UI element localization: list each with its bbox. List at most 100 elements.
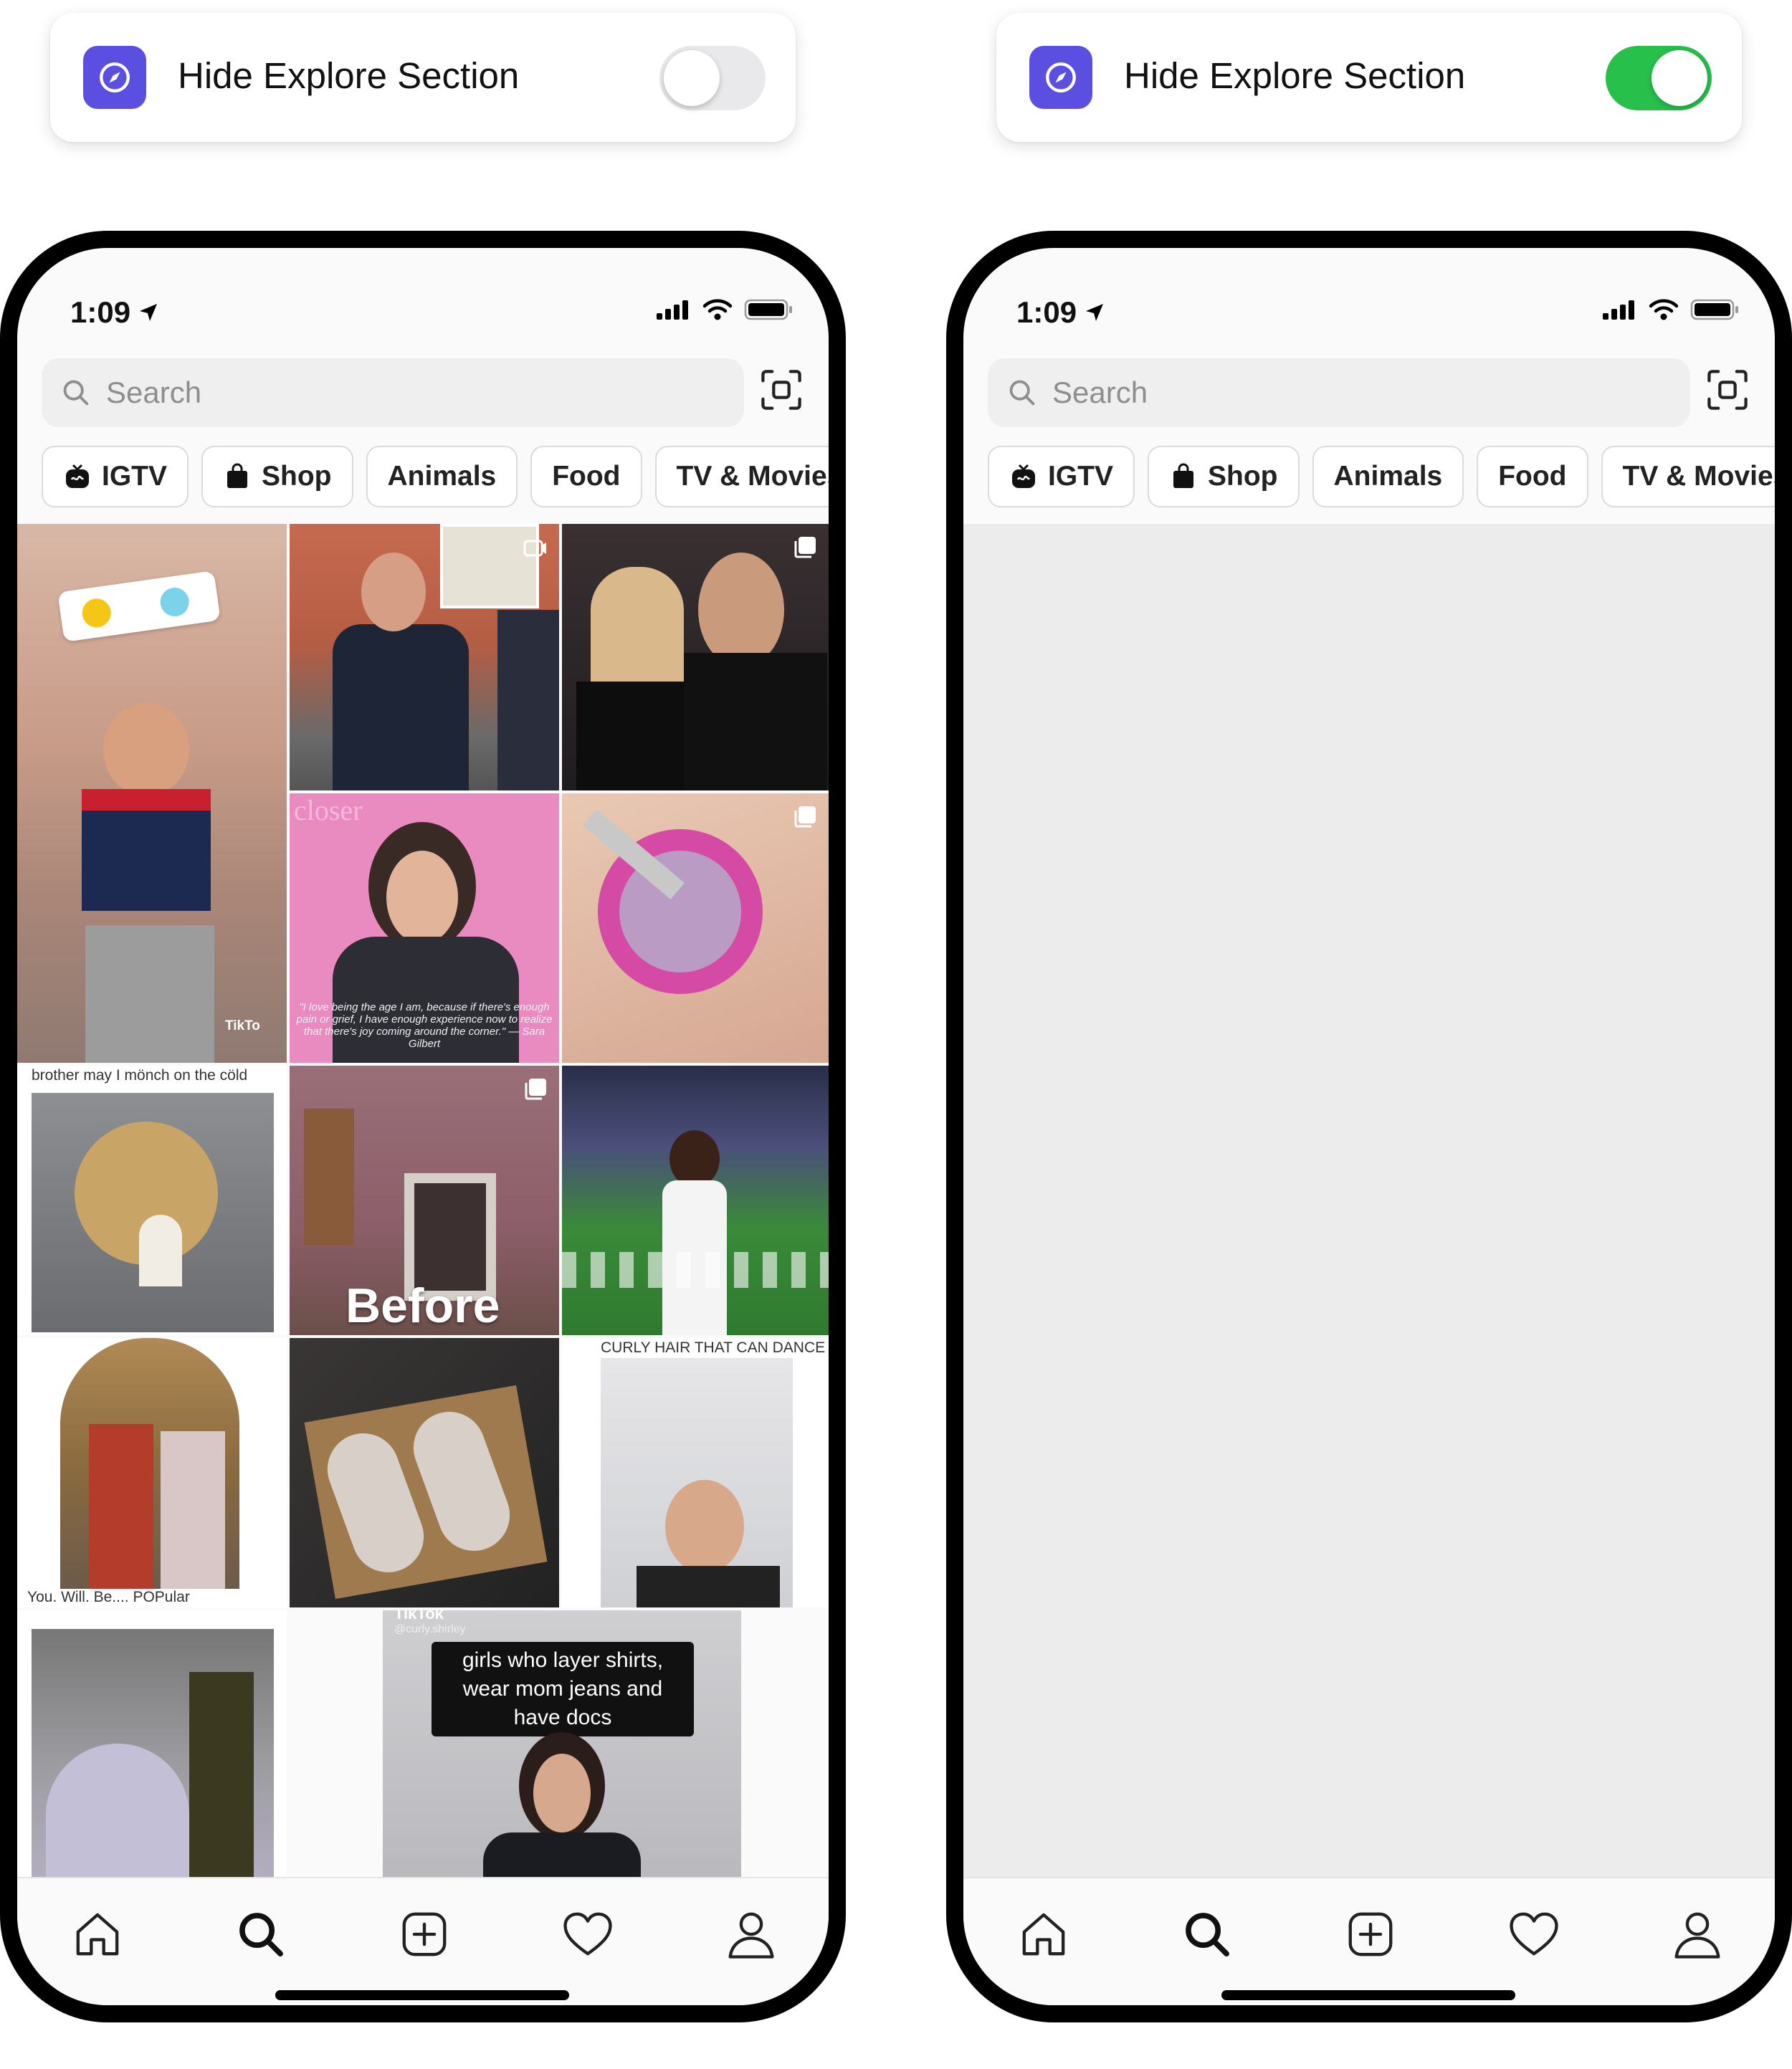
explore-post-sara-gilbert[interactable]: closer "I love being the age I am, becau… <box>290 793 559 1063</box>
heart-icon[interactable] <box>1507 1907 1561 1962</box>
person-figure <box>665 1480 744 1573</box>
explore-post-celebrity-couple[interactable] <box>562 524 829 790</box>
ice-cream-shape <box>139 1215 182 1286</box>
toggle-knob <box>1652 50 1707 106</box>
carousel-icon <box>523 1077 548 1102</box>
chip-animals[interactable]: Animals <box>366 446 518 507</box>
photo <box>60 1338 239 1589</box>
chip-shop[interactable]: Shop <box>1148 446 1300 507</box>
new-post-icon[interactable] <box>1343 1907 1398 1962</box>
chip-label: IGTV <box>102 461 168 492</box>
person-figure <box>85 925 214 1063</box>
battery-icon <box>744 299 792 320</box>
explore-grid: TikTo closer "I love being the age I am,… <box>17 524 829 1878</box>
explore-post-popular[interactable]: You. Will. Be.... POPular <box>17 1338 287 1607</box>
person-figure <box>89 1424 153 1589</box>
dress-shape <box>46 1744 189 1878</box>
emoji-slider <box>57 570 221 642</box>
chip-label: IGTV <box>1048 461 1114 492</box>
home-indicator <box>275 1990 569 2000</box>
explore-post-face-mask[interactable] <box>562 793 829 1063</box>
shopping-bag-icon <box>223 462 252 491</box>
video-caption: girls who layer shirts, wear mom jeans a… <box>432 1642 694 1736</box>
chip-igtv[interactable]: IGTV <box>42 446 189 507</box>
person-figure <box>591 567 684 696</box>
profile-icon[interactable] <box>724 1907 778 1962</box>
chip-label: Shop <box>1208 461 1278 492</box>
explore-post-layer-shirts[interactable]: TikTok @curly.shirley girls who layer sh… <box>383 1610 741 1878</box>
status-icons <box>1601 298 1740 321</box>
right-panel: Hide Explore Section 1:09 Search IGTV Sh… <box>946 0 1792 2069</box>
home-icon[interactable] <box>1016 1907 1071 1962</box>
setting-label: Hide Explore Section <box>1124 55 1466 96</box>
chip-label: Animals <box>1333 461 1443 492</box>
person-figure <box>533 1754 591 1833</box>
hide-explore-toggle[interactable] <box>659 46 766 110</box>
search-icon <box>60 377 92 408</box>
status-time: 1:09 <box>70 295 159 330</box>
person-figure <box>497 610 559 790</box>
bottom-nav <box>963 1877 1775 2005</box>
setting-card: Hide Explore Section <box>996 13 1742 142</box>
chip-igtv[interactable]: IGTV <box>988 446 1135 507</box>
video-icon <box>793 1360 817 1384</box>
phone-frame: 1:09 Search IGTV Shop Animals Food TV & … <box>0 231 846 2022</box>
search-placeholder: Search <box>106 376 202 409</box>
home-icon[interactable] <box>70 1907 125 1962</box>
qr-scan-icon[interactable] <box>758 367 804 413</box>
chip-tv-movies[interactable]: TV & Movies <box>654 446 829 507</box>
person-figure <box>698 553 784 667</box>
chip-animals[interactable]: Animals <box>1312 446 1464 507</box>
qr-scan-icon[interactable] <box>1705 367 1750 413</box>
field-lines <box>562 1252 829 1288</box>
photo <box>32 1629 274 1878</box>
search-icon[interactable] <box>1180 1907 1234 1962</box>
explore-post-superbowl[interactable] <box>562 1066 829 1335</box>
carousel-icon <box>793 805 817 829</box>
setting-label: Hide Explore Section <box>178 55 520 96</box>
profile-icon[interactable] <box>1670 1907 1725 1962</box>
door-shape <box>304 1109 354 1245</box>
explore-post-before-room[interactable]: Before <box>290 1066 559 1335</box>
location-arrow-icon <box>140 304 158 321</box>
chip-label: TV & Movies <box>1622 461 1789 492</box>
heart-icon[interactable] <box>561 1907 615 1962</box>
explore-post-curly-hair[interactable]: CURLY HAIR THAT CAN DANCE <box>562 1338 829 1607</box>
person-figure <box>82 789 211 911</box>
person-figure <box>637 1566 780 1607</box>
explore-post-school-boys[interactable] <box>290 524 559 790</box>
left-panel: Hide Explore Section 1:09 Search IGTV Sh… <box>0 0 853 2069</box>
hide-explore-toggle[interactable] <box>1606 46 1712 110</box>
photo <box>601 1358 793 1607</box>
meme-caption: brother may I mönch on the cöld <box>32 1067 248 1084</box>
quote-caption: "I love being the age I am, because if t… <box>296 1001 553 1050</box>
igtv-icon <box>1009 462 1038 491</box>
explore-post-shoes[interactable] <box>290 1338 559 1607</box>
emoji-icon <box>158 586 191 618</box>
bottom-nav <box>17 1877 829 2005</box>
igtv-icon <box>63 462 92 491</box>
chip-food[interactable]: Food <box>1477 446 1588 507</box>
toggle-knob <box>664 50 720 106</box>
person-figure <box>386 851 458 944</box>
search-icon[interactable] <box>234 1907 288 1962</box>
person-figure <box>483 1833 641 1878</box>
tiktok-watermark: TikTo <box>225 1018 260 1033</box>
tiktok-username: @curly.shirley <box>394 1623 466 1635</box>
explore-post-tiktok-dance[interactable]: TikTo <box>17 524 287 1063</box>
video-icon <box>251 1349 275 1374</box>
category-chips: IGTV Shop Animals Food TV & Movies <box>42 446 829 507</box>
signal-icon <box>1603 300 1634 320</box>
search-input[interactable]: Search <box>42 358 744 427</box>
chip-shop[interactable]: Shop <box>201 446 353 507</box>
person-figure <box>669 1130 720 1188</box>
chip-label: Food <box>552 461 621 492</box>
search-input[interactable]: Search <box>988 358 1690 427</box>
category-chips: IGTV Shop Animals Food TV & Movies <box>988 446 1789 507</box>
person-figure <box>684 653 827 790</box>
chip-food[interactable]: Food <box>530 446 642 507</box>
explore-post-dress-photo[interactable] <box>17 1610 287 1878</box>
chip-tv-movies[interactable]: TV & Movies <box>1601 446 1789 507</box>
new-post-icon[interactable] <box>397 1907 452 1962</box>
explore-post-dog-meme[interactable]: brother may I mönch on the cöld <box>17 1066 287 1335</box>
